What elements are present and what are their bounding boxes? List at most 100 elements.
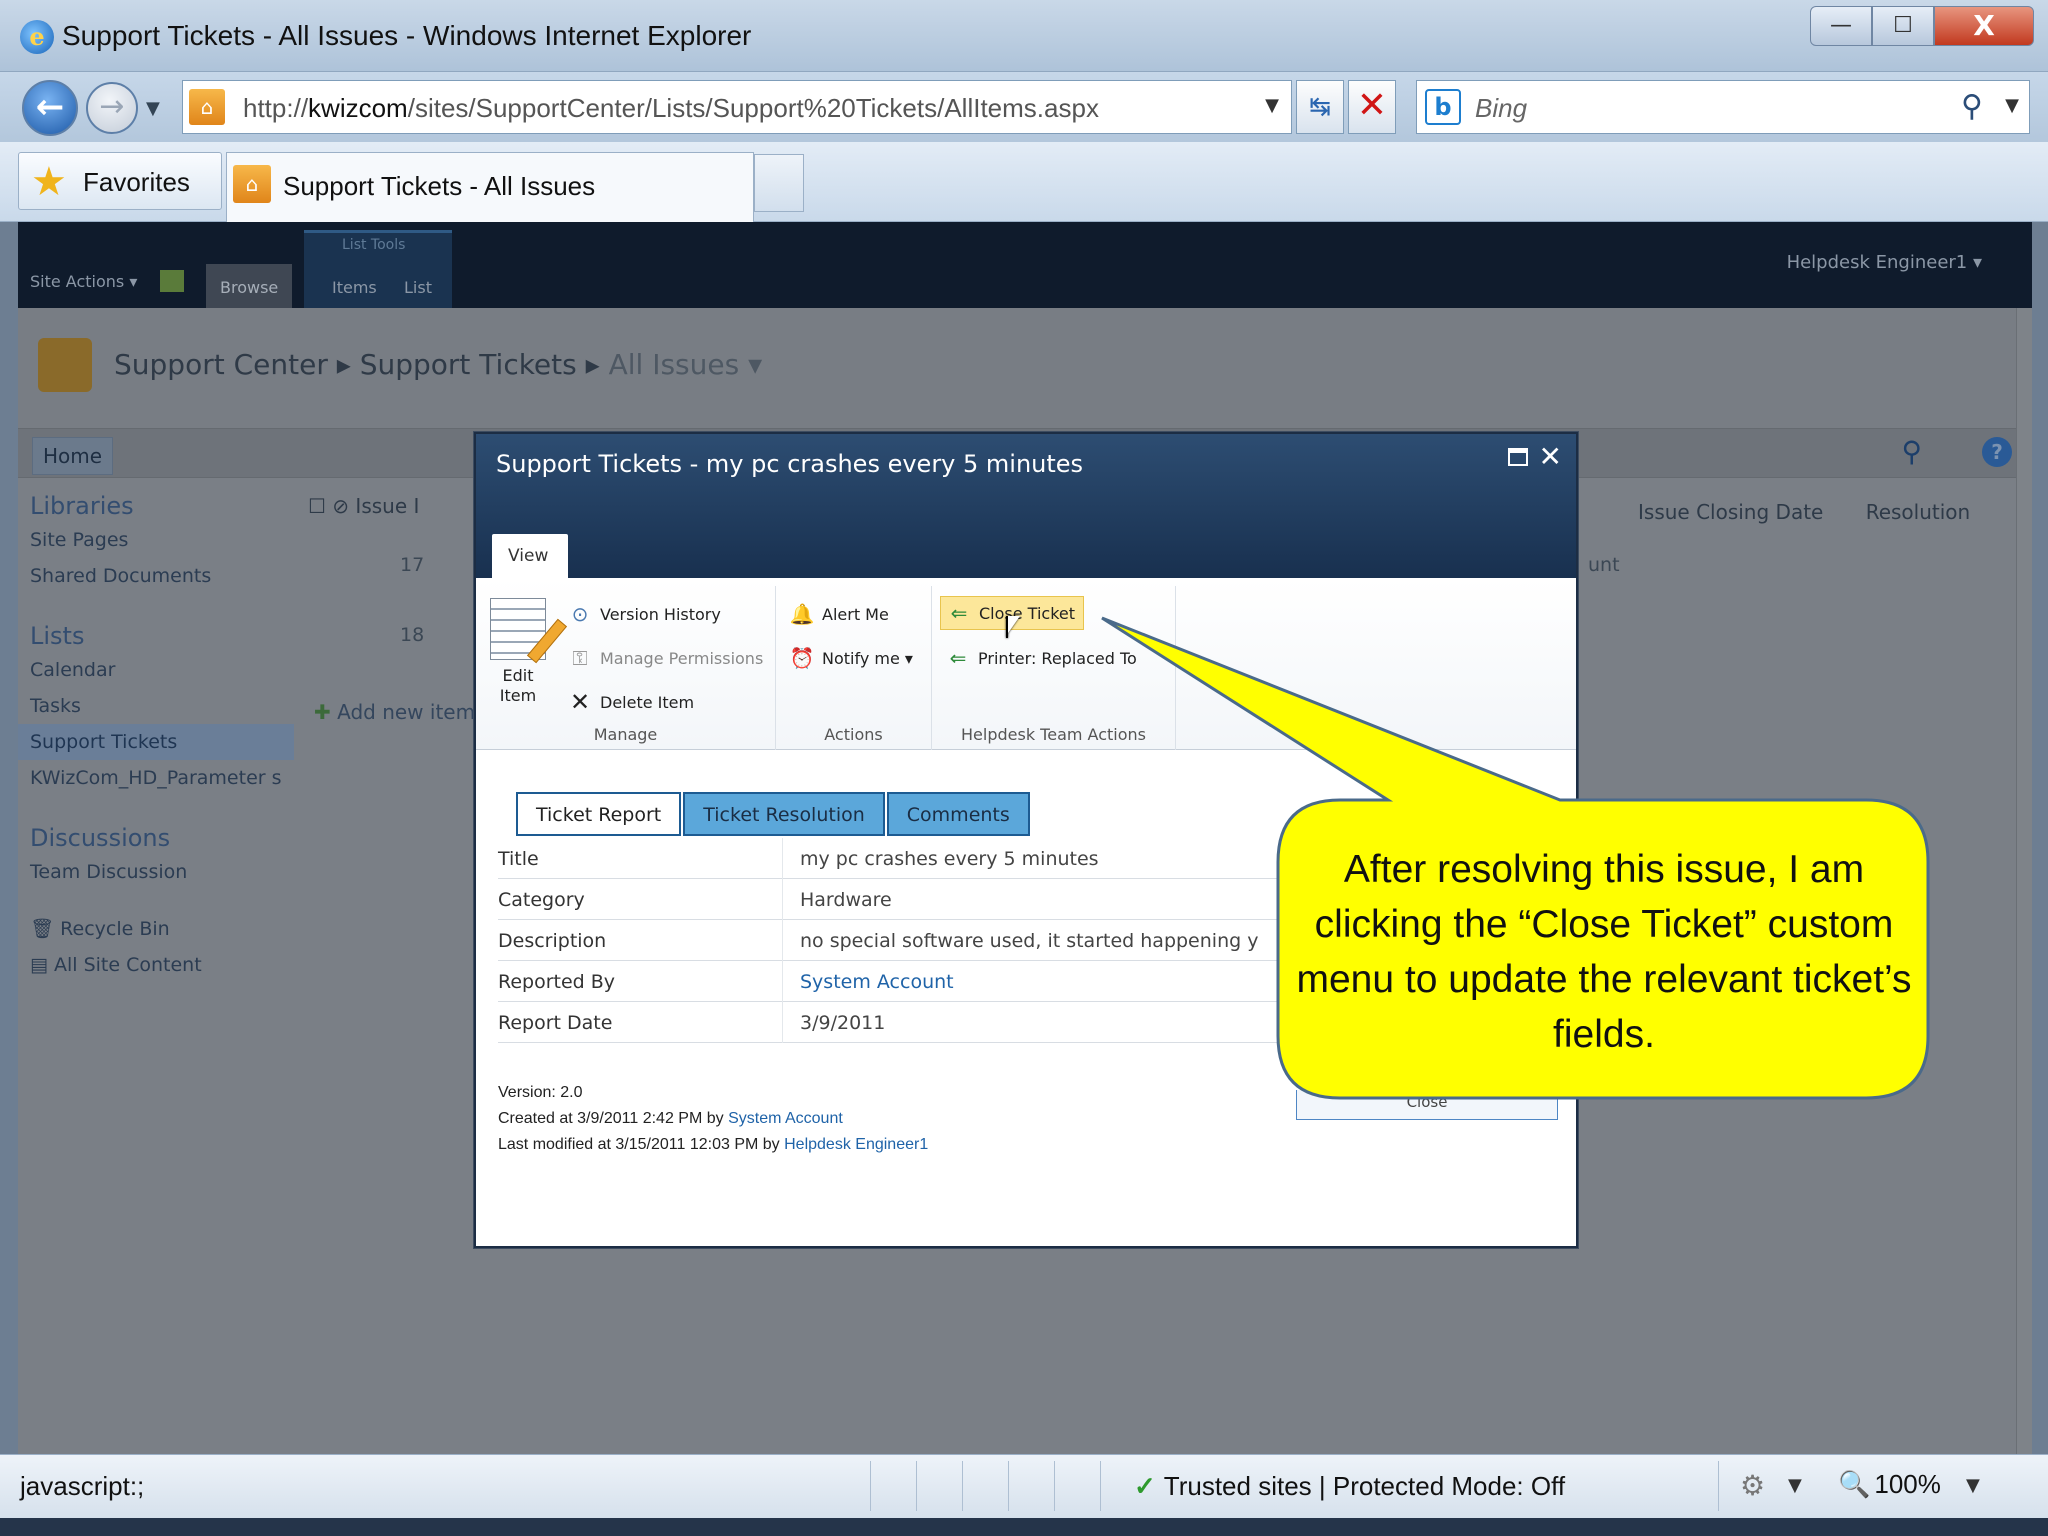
favorites-button[interactable]: ★ Favorites (18, 152, 222, 210)
quick-launch: Libraries Site Pages Shared Documents Li… (18, 484, 294, 983)
ql-item-all-site-content[interactable]: ▤ All Site Content (18, 947, 294, 983)
search-input[interactable]: Bing (1475, 93, 1527, 124)
created-by-link[interactable]: System Account (728, 1110, 843, 1127)
maximize-button[interactable]: ☐ (1872, 6, 1934, 46)
dialog-close-button[interactable]: Close (1296, 1090, 1558, 1120)
minimize-button[interactable]: — (1810, 6, 1872, 46)
search-dropdown-icon[interactable]: ▼ (2005, 95, 2019, 116)
bing-logo-icon: b (1425, 89, 1461, 125)
zoom-level[interactable]: 🔍 100% (1838, 1469, 1941, 1500)
favorites-label: Favorites (83, 167, 190, 197)
modified-by-link[interactable]: Helpdesk Engineer1 (784, 1136, 928, 1153)
printer-replaced-button[interactable]: ⇐ Printer: Replaced To (944, 646, 1144, 670)
breadcrumb-support-center[interactable]: Support Center (114, 348, 328, 381)
list-header-right: Issue Closing Date Resolution (1638, 500, 2006, 524)
search-icon[interactable]: ⚲ (1901, 435, 1922, 468)
notify-me-button[interactable]: ⏰ Notify me ▾ (788, 646, 913, 670)
column-issue-closing-date[interactable]: Issue Closing Date (1638, 500, 1823, 524)
page-scrollbar[interactable] (2016, 308, 2032, 1454)
refresh-button[interactable]: ↹ (1296, 80, 1344, 134)
home-tab[interactable]: Home (32, 437, 114, 475)
sharepoint-site-icon: ⌂ (189, 89, 225, 125)
group-label-helpdesk: Helpdesk Team Actions (961, 725, 1146, 744)
security-zone[interactable]: ✓ Trusted sites | Protected Mode: Off (1134, 1471, 1565, 1502)
tab-ticket-resolution[interactable]: Ticket Resolution (683, 792, 885, 836)
forward-arrow-icon: → (99, 89, 125, 124)
navigate-up-icon[interactable] (160, 270, 184, 292)
alert-me-button[interactable]: 🔔 Alert Me (788, 602, 889, 626)
item-dialog: Support Tickets - my pc crashes every 5 … (474, 432, 1578, 1248)
tab-view[interactable]: View (492, 534, 568, 578)
search-icon[interactable]: ⚲ (1961, 89, 1983, 124)
tab-list[interactable]: List (390, 264, 446, 308)
address-input[interactable]: ⌂ http://kwizcom/sites/SupportCenter/Lis… (182, 80, 1292, 134)
ql-item-shared-documents[interactable]: Shared Documents (18, 558, 294, 594)
select-all-checkbox[interactable]: ☐ (308, 494, 326, 518)
sharepoint-ribbon-bar: Site Actions ▾ List Tools Browse Items L… (18, 222, 2032, 308)
permissions-icon: ⚿ (572, 646, 588, 670)
site-title-area: Support Center ▸ Support Tickets ▸ All I… (18, 308, 2032, 428)
recent-pages-dropdown-icon[interactable]: ▼ (146, 98, 160, 119)
delete-item-button[interactable]: ✕ Delete Item (566, 690, 694, 714)
breadcrumb-support-tickets[interactable]: Support Tickets (360, 348, 577, 381)
field-row-category: Category Hardware (498, 879, 1338, 920)
help-icon[interactable]: ? (1982, 437, 2012, 467)
version-history-icon: ⊙ (571, 602, 589, 626)
close-icon[interactable]: ✕ (1539, 440, 1562, 473)
row-id-17[interactable]: 17 (400, 554, 424, 576)
ql-item-site-pages[interactable]: Site Pages (18, 522, 294, 558)
reported-by-link[interactable]: System Account (800, 971, 1340, 993)
add-ons-icon[interactable]: ⚙ (1740, 1469, 1765, 1502)
tab-ticket-report[interactable]: Ticket Report (516, 792, 682, 836)
ql-item-support-tickets[interactable]: Support Tickets (18, 724, 294, 760)
field-row-reported-by: Reported By System Account (498, 961, 1338, 1002)
site-logo (38, 338, 92, 392)
edit-item-button[interactable]: Edit Item (488, 598, 568, 706)
refresh-icon: ↹ (1309, 92, 1331, 122)
ql-heading-libraries[interactable]: Libraries (18, 484, 294, 522)
address-dropdown-icon[interactable]: ▼ (1265, 95, 1279, 116)
zoom-dropdown-icon[interactable]: ▼ (1966, 1475, 1980, 1496)
ql-item-recycle-bin[interactable]: 🗑 Recycle Bin (18, 910, 294, 947)
new-tab-button[interactable] (754, 154, 804, 212)
ql-heading-discussions[interactable]: Discussions (18, 816, 294, 854)
manage-permissions-button[interactable]: ⚿ Manage Permissions (566, 646, 763, 670)
partial-cell: unt (1588, 554, 1620, 576)
plus-icon: ✚ (314, 700, 338, 724)
tab-browse[interactable]: Browse (206, 264, 293, 308)
version-history-button[interactable]: ⊙ Version History (566, 602, 721, 626)
ie-logo-icon: e (20, 20, 54, 54)
breadcrumb-all-issues[interactable]: All Issues ▾ (609, 348, 763, 381)
field-row-report-date: Report Date 3/9/2011 (498, 1002, 1338, 1043)
ql-item-team-discussion[interactable]: Team Discussion (18, 854, 294, 890)
field-label: Reported By (498, 971, 616, 993)
group-label-manage: Manage (593, 725, 658, 744)
maximize-icon[interactable] (1508, 448, 1528, 466)
tab-items[interactable]: Items (318, 264, 391, 308)
ql-item-calendar[interactable]: Calendar (18, 652, 294, 688)
browser-tab-support-tickets[interactable]: ⌂ Support Tickets - All Issues (226, 152, 754, 222)
search-box[interactable]: b Bing ⚲ ▼ (1416, 80, 2030, 134)
add-ons-dropdown-icon[interactable]: ▼ (1788, 1475, 1802, 1496)
window-close-button[interactable]: X (1934, 6, 2034, 46)
edit-document-icon (490, 598, 568, 664)
column-resolution[interactable]: Resolution (1866, 500, 1971, 524)
back-button[interactable]: ← (22, 80, 78, 136)
row-id-18[interactable]: 18 (400, 624, 424, 646)
field-value: 3/9/2011 (800, 1012, 886, 1034)
add-new-item-link[interactable]: ✚ Add new item (314, 700, 475, 724)
ql-item-kwizcom-hd-parameters[interactable]: KWizCom_HD_Parameter s (18, 760, 294, 796)
alarm-clock-icon: ⏰ (789, 646, 815, 670)
ql-heading-lists[interactable]: Lists (18, 614, 294, 652)
stop-button[interactable]: ✕ (1348, 80, 1396, 134)
field-value: my pc crashes every 5 minutes (800, 848, 1099, 870)
forward-button[interactable]: → (86, 82, 138, 134)
breadcrumb: Support Center ▸ Support Tickets ▸ All I… (114, 348, 762, 381)
sharepoint-site-icon: ⌂ (233, 165, 271, 203)
ql-item-tasks[interactable]: Tasks (18, 688, 294, 724)
user-menu[interactable]: Helpdesk Engineer1 ▾ (1787, 252, 1982, 273)
tab-comments[interactable]: Comments (886, 792, 1030, 836)
list-header-issue-id[interactable]: ☐ ⊘ Issue I (308, 494, 419, 518)
site-actions-menu[interactable]: Site Actions ▾ (30, 272, 137, 291)
address-url[interactable]: http://kwizcom/sites/SupportCenter/Lists… (243, 93, 1099, 124)
